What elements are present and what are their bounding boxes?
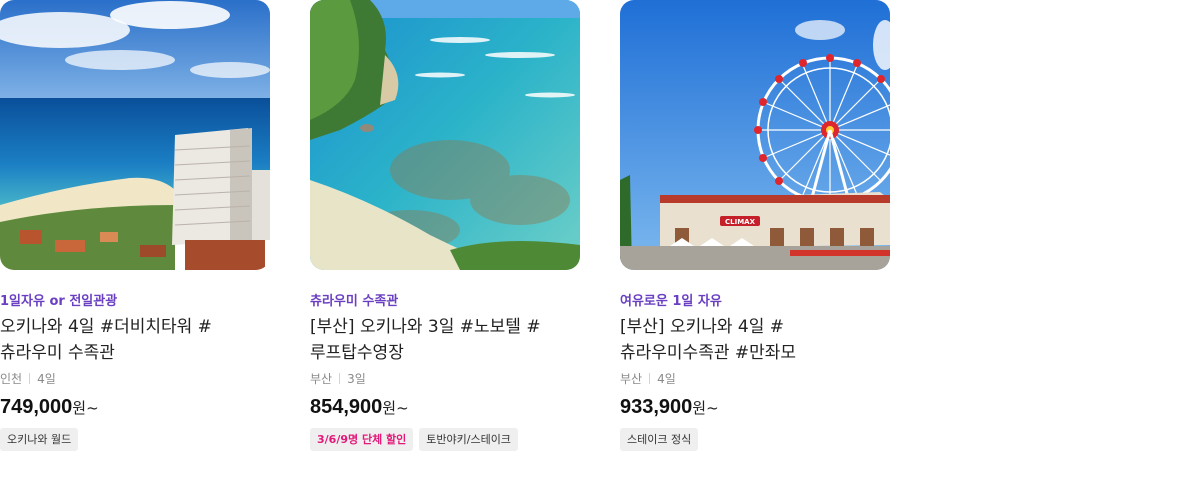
product-badges: 오키나와 월드	[0, 428, 84, 451]
product-thumbnail[interactable]	[310, 0, 580, 270]
departure-city: 부산	[310, 372, 333, 386]
price-amount: 854,900	[310, 396, 383, 418]
product-tagline: 1일자유 or 전일관광	[0, 294, 118, 309]
shop-sign-text: CLIMAX	[725, 218, 756, 226]
product-meta: 부산 4일	[620, 370, 676, 387]
trip-duration: 4일	[37, 372, 56, 386]
product-meta: 인천 4일	[0, 370, 56, 387]
coral-coast-image	[310, 0, 580, 270]
departure-city: 부산	[620, 372, 643, 386]
trip-duration: 3일	[347, 372, 366, 386]
price-amount: 933,900	[620, 396, 693, 418]
meta-divider	[339, 373, 341, 384]
product-card[interactable]: CLIMAX 여유로운 1일 자유 [부산] 오키나와 4일 #츄라우미수족관 …	[620, 0, 890, 451]
feature-badge: 오키나와 월드	[0, 428, 79, 451]
product-card[interactable]: 1일자유 or 전일관광 오키나와 4일 #더비치타워 #츄라우미 수족관 인천…	[0, 0, 270, 451]
resort-beach-image	[0, 0, 270, 270]
price-amount: 749,000	[0, 396, 73, 418]
product-price: 933,900원~	[620, 396, 719, 419]
meta-divider	[29, 373, 31, 384]
product-card-list: 1일자유 or 전일관광 오키나와 4일 #더비치타워 #츄라우미 수족관 인천…	[0, 0, 1200, 480]
price-unit: 원~	[382, 399, 409, 417]
product-badges: 3/6/9명 단체 할인 토반야키/스테이크	[310, 428, 524, 451]
product-title[interactable]: [부산] 오키나와 4일 #츄라우미수족관 #만좌모	[620, 314, 892, 366]
ferris-wheel-image: CLIMAX	[620, 0, 890, 270]
product-thumbnail[interactable]	[0, 0, 270, 270]
product-title[interactable]: 오키나와 4일 #더비치타워 #츄라우미 수족관	[0, 314, 272, 366]
product-card[interactable]: 츄라우미 수족관 [부산] 오키나와 3일 #노보텔 #루프탑수영장 부산 3일 …	[310, 0, 580, 451]
price-unit: 원~	[72, 399, 99, 417]
product-tagline: 츄라우미 수족관	[310, 294, 399, 309]
product-badges: 스테이크 정식	[620, 428, 704, 451]
discount-badge: 3/6/9명 단체 할인	[310, 428, 414, 451]
trip-duration: 4일	[657, 372, 676, 386]
feature-badge: 스테이크 정식	[620, 428, 699, 451]
feature-badge: 토반야키/스테이크	[419, 428, 518, 451]
product-price: 749,000원~	[0, 396, 99, 419]
product-thumbnail[interactable]: CLIMAX	[620, 0, 890, 270]
price-unit: 원~	[692, 399, 719, 417]
product-title[interactable]: [부산] 오키나와 3일 #노보텔 #루프탑수영장	[310, 314, 582, 366]
product-tagline: 여유로운 1일 자유	[620, 294, 722, 309]
product-price: 854,900원~	[310, 396, 409, 419]
departure-city: 인천	[0, 372, 23, 386]
product-meta: 부산 3일	[310, 370, 366, 387]
meta-divider	[649, 373, 651, 384]
